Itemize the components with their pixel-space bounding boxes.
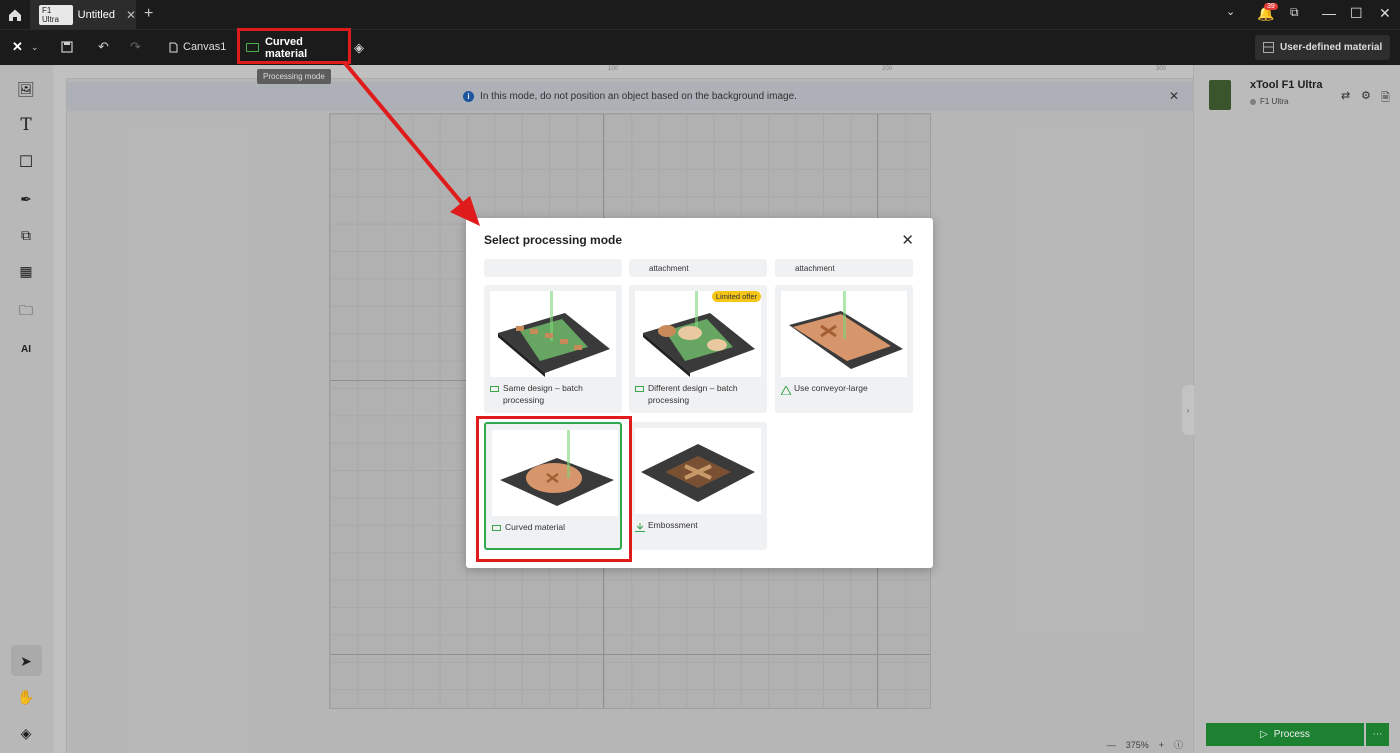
processing-mode-button[interactable]: Curved material (240, 33, 348, 62)
minimize-icon[interactable]: — (1322, 5, 1336, 21)
mode-card-label: Use conveyor-large (780, 383, 907, 396)
canvas-selector[interactable]: Canvas1 (169, 41, 226, 53)
embossment-icon (635, 523, 645, 532)
mode-card-label: Same design – batch processing (490, 383, 616, 407)
material-texture-icon[interactable]: ◈ (354, 40, 364, 56)
main-toolbar: ✕ ⌄ ↶ ↷ Canvas1 Curved material ◈ User-d… (0, 29, 1400, 65)
add-tab-icon[interactable]: + (144, 5, 153, 23)
undo-icon[interactable]: ↶ (98, 39, 109, 55)
mode-card-different-design-batch[interactable]: Limited offer Different design – batch p… (629, 285, 767, 413)
batch-icon (635, 386, 644, 392)
limited-offer-badge: Limited offer (711, 291, 761, 302)
processing-mode-label: Curved material (264, 35, 308, 60)
mode-card-label: Embossment (635, 520, 761, 532)
save-icon[interactable] (61, 41, 73, 53)
tab-device-badge: F1 Ultra (39, 4, 73, 25)
windows-icon[interactable]: ⧉ (1290, 5, 1299, 20)
logo-menu-chevron-icon[interactable]: ⌄ (31, 42, 39, 53)
processing-mode-tooltip: Processing mode (257, 69, 331, 84)
xtool-logo-icon[interactable]: ✕ (12, 39, 23, 55)
file-icon (169, 42, 178, 52)
mode-card-embossment[interactable]: Embossment (629, 422, 767, 550)
embossment-image (635, 428, 761, 514)
same-design-batch-image (490, 291, 616, 377)
redo-icon[interactable]: ↷ (130, 39, 141, 55)
batch-icon (490, 386, 499, 392)
mode-card-label: Curved material (492, 522, 618, 534)
chevron-down-icon[interactable]: ⌄ (1226, 5, 1235, 18)
tab-title: Untitled (77, 8, 115, 21)
mode-card-list[interactable]: attachment attachment Same design – batc… (466, 259, 933, 568)
title-bar: F1 Ultra Untitled ✕ + ⌄ 🔔 39 ⧉ — ☐ ✕ (0, 0, 1400, 29)
close-window-icon[interactable]: ✕ (1379, 5, 1391, 22)
canvas-name: Canvas1 (183, 41, 227, 53)
conveyor-large-image (781, 291, 907, 377)
mode-card-partial[interactable] (484, 259, 622, 277)
user-defined-material-label: User-defined material (1280, 42, 1383, 53)
close-dialog-icon[interactable]: ✕ (901, 231, 914, 249)
home-icon[interactable] (6, 6, 24, 24)
mode-card-label: Different design – batch processing (635, 383, 761, 407)
user-defined-material-button[interactable]: User-defined material (1255, 35, 1390, 60)
mode-card-partial[interactable]: attachment (775, 259, 913, 277)
material-icon (1263, 42, 1274, 53)
notification-badge: 39 (1264, 3, 1278, 10)
close-tab-icon[interactable]: ✕ (126, 8, 136, 22)
mode-card-partial[interactable]: attachment (629, 259, 767, 277)
document-tab[interactable]: F1 Ultra Untitled ✕ (30, 0, 136, 29)
curved-material-icon (246, 43, 259, 52)
conveyor-icon (780, 384, 792, 396)
mode-card-curved-material[interactable]: Curved material (484, 422, 622, 550)
curved-material-image (492, 430, 618, 516)
mode-card-conveyor-large[interactable]: Use conveyor-large (775, 285, 913, 413)
processing-mode-dialog: Select processing mode ✕ attachment atta… (466, 218, 933, 568)
maximize-icon[interactable]: ☐ (1350, 5, 1363, 22)
different-design-batch-image (635, 291, 761, 377)
curved-icon (492, 525, 501, 531)
mode-card-same-design-batch[interactable]: Same design – batch processing (484, 285, 622, 413)
dialog-title: Select processing mode (484, 233, 623, 247)
